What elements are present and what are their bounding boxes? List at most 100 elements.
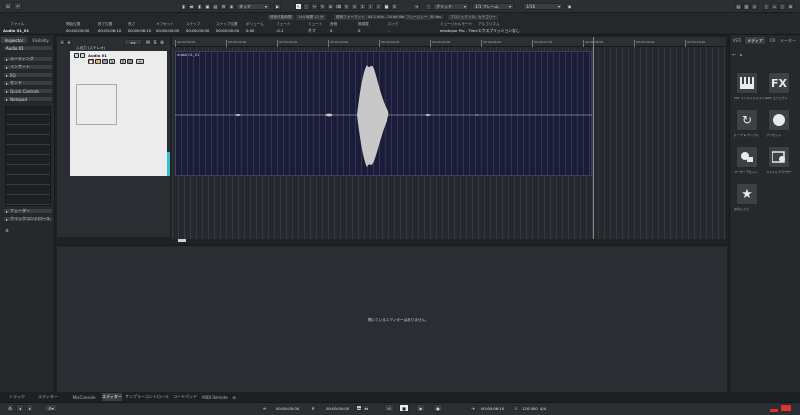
- info-field-value[interactable]: 00:00:00:00: [156, 28, 179, 33]
- add-track-button[interactable]: +: [59, 39, 65, 45]
- inspector-bottom-section[interactable]: ▸ フェーダー: [3, 208, 53, 214]
- automation-mode-icon[interactable]: ◈: [228, 3, 235, 10]
- activate-project-button[interactable]: ⏻: [4, 2, 12, 10]
- mute-tool[interactable]: ✕: [351, 3, 358, 10]
- color-tool[interactable]: ■: [383, 3, 390, 10]
- transport-settings-button[interactable]: ⚙▾: [44, 404, 58, 412]
- info-field-value[interactable]: オフ: [308, 28, 316, 34]
- signature-value[interactable]: 4/4: [540, 406, 546, 411]
- media-tile[interactable]: [768, 109, 790, 131]
- tab-inspector[interactable]: Inspector: [1, 37, 27, 43]
- object-selection-tool[interactable]: ↖: [295, 3, 302, 10]
- click-button[interactable]: ♩: [513, 405, 519, 411]
- mixer-button[interactable]: ▥: [743, 3, 750, 10]
- left-locator-toggle[interactable]: ⇤: [262, 405, 268, 411]
- info-field-value[interactable]: 00:00:06:10: [98, 28, 121, 33]
- rewind-button[interactable]: ◂◂: [363, 405, 369, 411]
- info-field-value[interactable]: -: [388, 28, 389, 33]
- inspector-section[interactable]: ▸ Quick Controls: [3, 88, 53, 94]
- media-tile[interactable]: ↻: [736, 109, 758, 131]
- undo-button[interactable]: ↶: [14, 2, 22, 10]
- track-name[interactable]: Audio 01: [88, 53, 107, 58]
- info-field-value[interactable]: 00:00:00:00: [66, 28, 89, 33]
- right-zone-tab[interactable]: CR: [766, 37, 779, 44]
- info-field-value[interactable]: 0.00: [246, 28, 254, 33]
- info-field-value[interactable]: 00:00:06:10: [128, 28, 151, 33]
- mute-button[interactable]: ●: [88, 59, 94, 64]
- media-tile[interactable]: FX: [768, 72, 790, 94]
- bottom-pane-button[interactable]: ▭: [771, 3, 778, 10]
- info-field-value[interactable]: エクスプリッションなし: [478, 28, 520, 34]
- grid-type-select[interactable]: グリッド ▾: [433, 3, 469, 10]
- solo-button[interactable]: ◑: [95, 59, 101, 64]
- settings-toggle[interactable]: ⚙: [220, 3, 227, 10]
- right-zone-tab[interactable]: VSTi: [730, 37, 744, 44]
- inspector-track-title[interactable]: Audio 01: [3, 45, 53, 51]
- erase-tool[interactable]: ⌫: [335, 3, 342, 10]
- media-tile[interactable]: [768, 146, 790, 168]
- right-pane-button[interactable]: ▯: [779, 3, 786, 10]
- touch-mode-select[interactable]: タッチ ▾: [236, 3, 270, 10]
- track-expand-button[interactable]: [80, 53, 85, 58]
- lower-zone-tab[interactable]: トラック: [6, 393, 28, 401]
- lower-zone-tab[interactable]: エディター: [30, 393, 66, 401]
- inspector-toggle[interactable]: ▣: [204, 3, 211, 10]
- transport-back-button[interactable]: ◂: [16, 404, 24, 412]
- zoom-tool[interactable]: ⚲: [343, 3, 350, 10]
- inspector-settings-icon[interactable]: ⚙: [4, 227, 10, 233]
- tempo-value[interactable]: 120.000: [522, 406, 538, 411]
- info-field-value[interactable]: elastique Pro - Time: [440, 28, 478, 33]
- inspector-section[interactable]: ▸ センド: [3, 80, 53, 86]
- media-bay-button[interactable]: ▤: [735, 3, 742, 10]
- info-field-value[interactable]: -0.1: [276, 28, 283, 33]
- color-picker-button[interactable]: ◆: [566, 3, 573, 10]
- lock-toggle[interactable]: ▤: [212, 3, 219, 10]
- transport-menu-button[interactable]: ⚙: [6, 404, 14, 412]
- left-locator-time[interactable]: 00:00:00:00: [276, 406, 299, 411]
- track-solo-all[interactable]: S: [152, 39, 158, 45]
- track-options-button[interactable]: ▾: [66, 39, 72, 45]
- timewarp-tool[interactable]: ⌇: [367, 3, 374, 10]
- line-tool[interactable]: ⚟: [391, 3, 398, 10]
- tab-visibility[interactable]: Visibility: [27, 37, 54, 43]
- info-field-value[interactable]: 00:00:00:00: [216, 28, 239, 33]
- scroll-thumb[interactable]: [178, 239, 186, 242]
- play-button[interactable]: ▶: [416, 404, 426, 412]
- media-tile[interactable]: ★: [736, 183, 758, 205]
- track-list-settings[interactable]: ⚙: [159, 39, 165, 45]
- lower-zone-tab[interactable]: エディター: [102, 393, 122, 401]
- media-home-icon[interactable]: ⌂: [738, 51, 744, 57]
- lower-zone-tab[interactable]: MIDI Remote: [200, 393, 230, 401]
- right-zone-toggle[interactable]: ▮: [196, 3, 203, 10]
- track-menu-button[interactable]: ≡: [136, 59, 144, 64]
- right-zone-tab[interactable]: メーター: [780, 37, 796, 44]
- inspector-section[interactable]: ▸ Notepad: [3, 96, 53, 102]
- right-locator-time[interactable]: 00:00:06:10: [481, 406, 504, 411]
- go-to-start-button[interactable]: ⏮: [356, 405, 362, 411]
- info-field-value[interactable]: 0: [330, 28, 332, 33]
- add-tab-icon[interactable]: ⊞: [231, 393, 237, 401]
- read-automation-button[interactable]: R: [120, 59, 126, 64]
- left-pane-button[interactable]: ▯: [763, 3, 770, 10]
- track-edit-button[interactable]: [74, 53, 79, 58]
- transport-forward-button[interactable]: ▸: [26, 404, 34, 412]
- info-field-value[interactable]: 0: [358, 28, 360, 33]
- right-zone-tab[interactable]: メディア: [745, 37, 765, 44]
- stop-button[interactable]: ■: [399, 404, 409, 412]
- lower-zone-tab[interactable]: MixConsole: [68, 393, 100, 401]
- range-tool[interactable]: ⬚: [303, 3, 310, 10]
- split-tool[interactable]: ✂: [311, 3, 318, 10]
- glue-tool[interactable]: ⊕: [327, 3, 334, 10]
- media-back-icon[interactable]: ↩: [731, 51, 737, 57]
- autoscroll-button[interactable]: ▶: [274, 3, 281, 10]
- inspector-section[interactable]: ▸ EQ: [3, 72, 53, 78]
- cycle-button[interactable]: ⟲: [384, 404, 394, 412]
- record-enable-button[interactable]: M: [102, 59, 108, 64]
- info-field-value[interactable]: 00:00:00:00: [186, 28, 209, 33]
- play-tool[interactable]: ♪: [375, 3, 382, 10]
- left-zone-toggle[interactable]: ▮: [180, 3, 187, 10]
- snap-toggle[interactable]: ⇥: [413, 3, 420, 10]
- comp-tool[interactable]: ↕: [359, 3, 366, 10]
- horizontal-scrollbar[interactable]: [172, 239, 726, 243]
- position-time[interactable]: 00:00:00:00: [326, 406, 349, 411]
